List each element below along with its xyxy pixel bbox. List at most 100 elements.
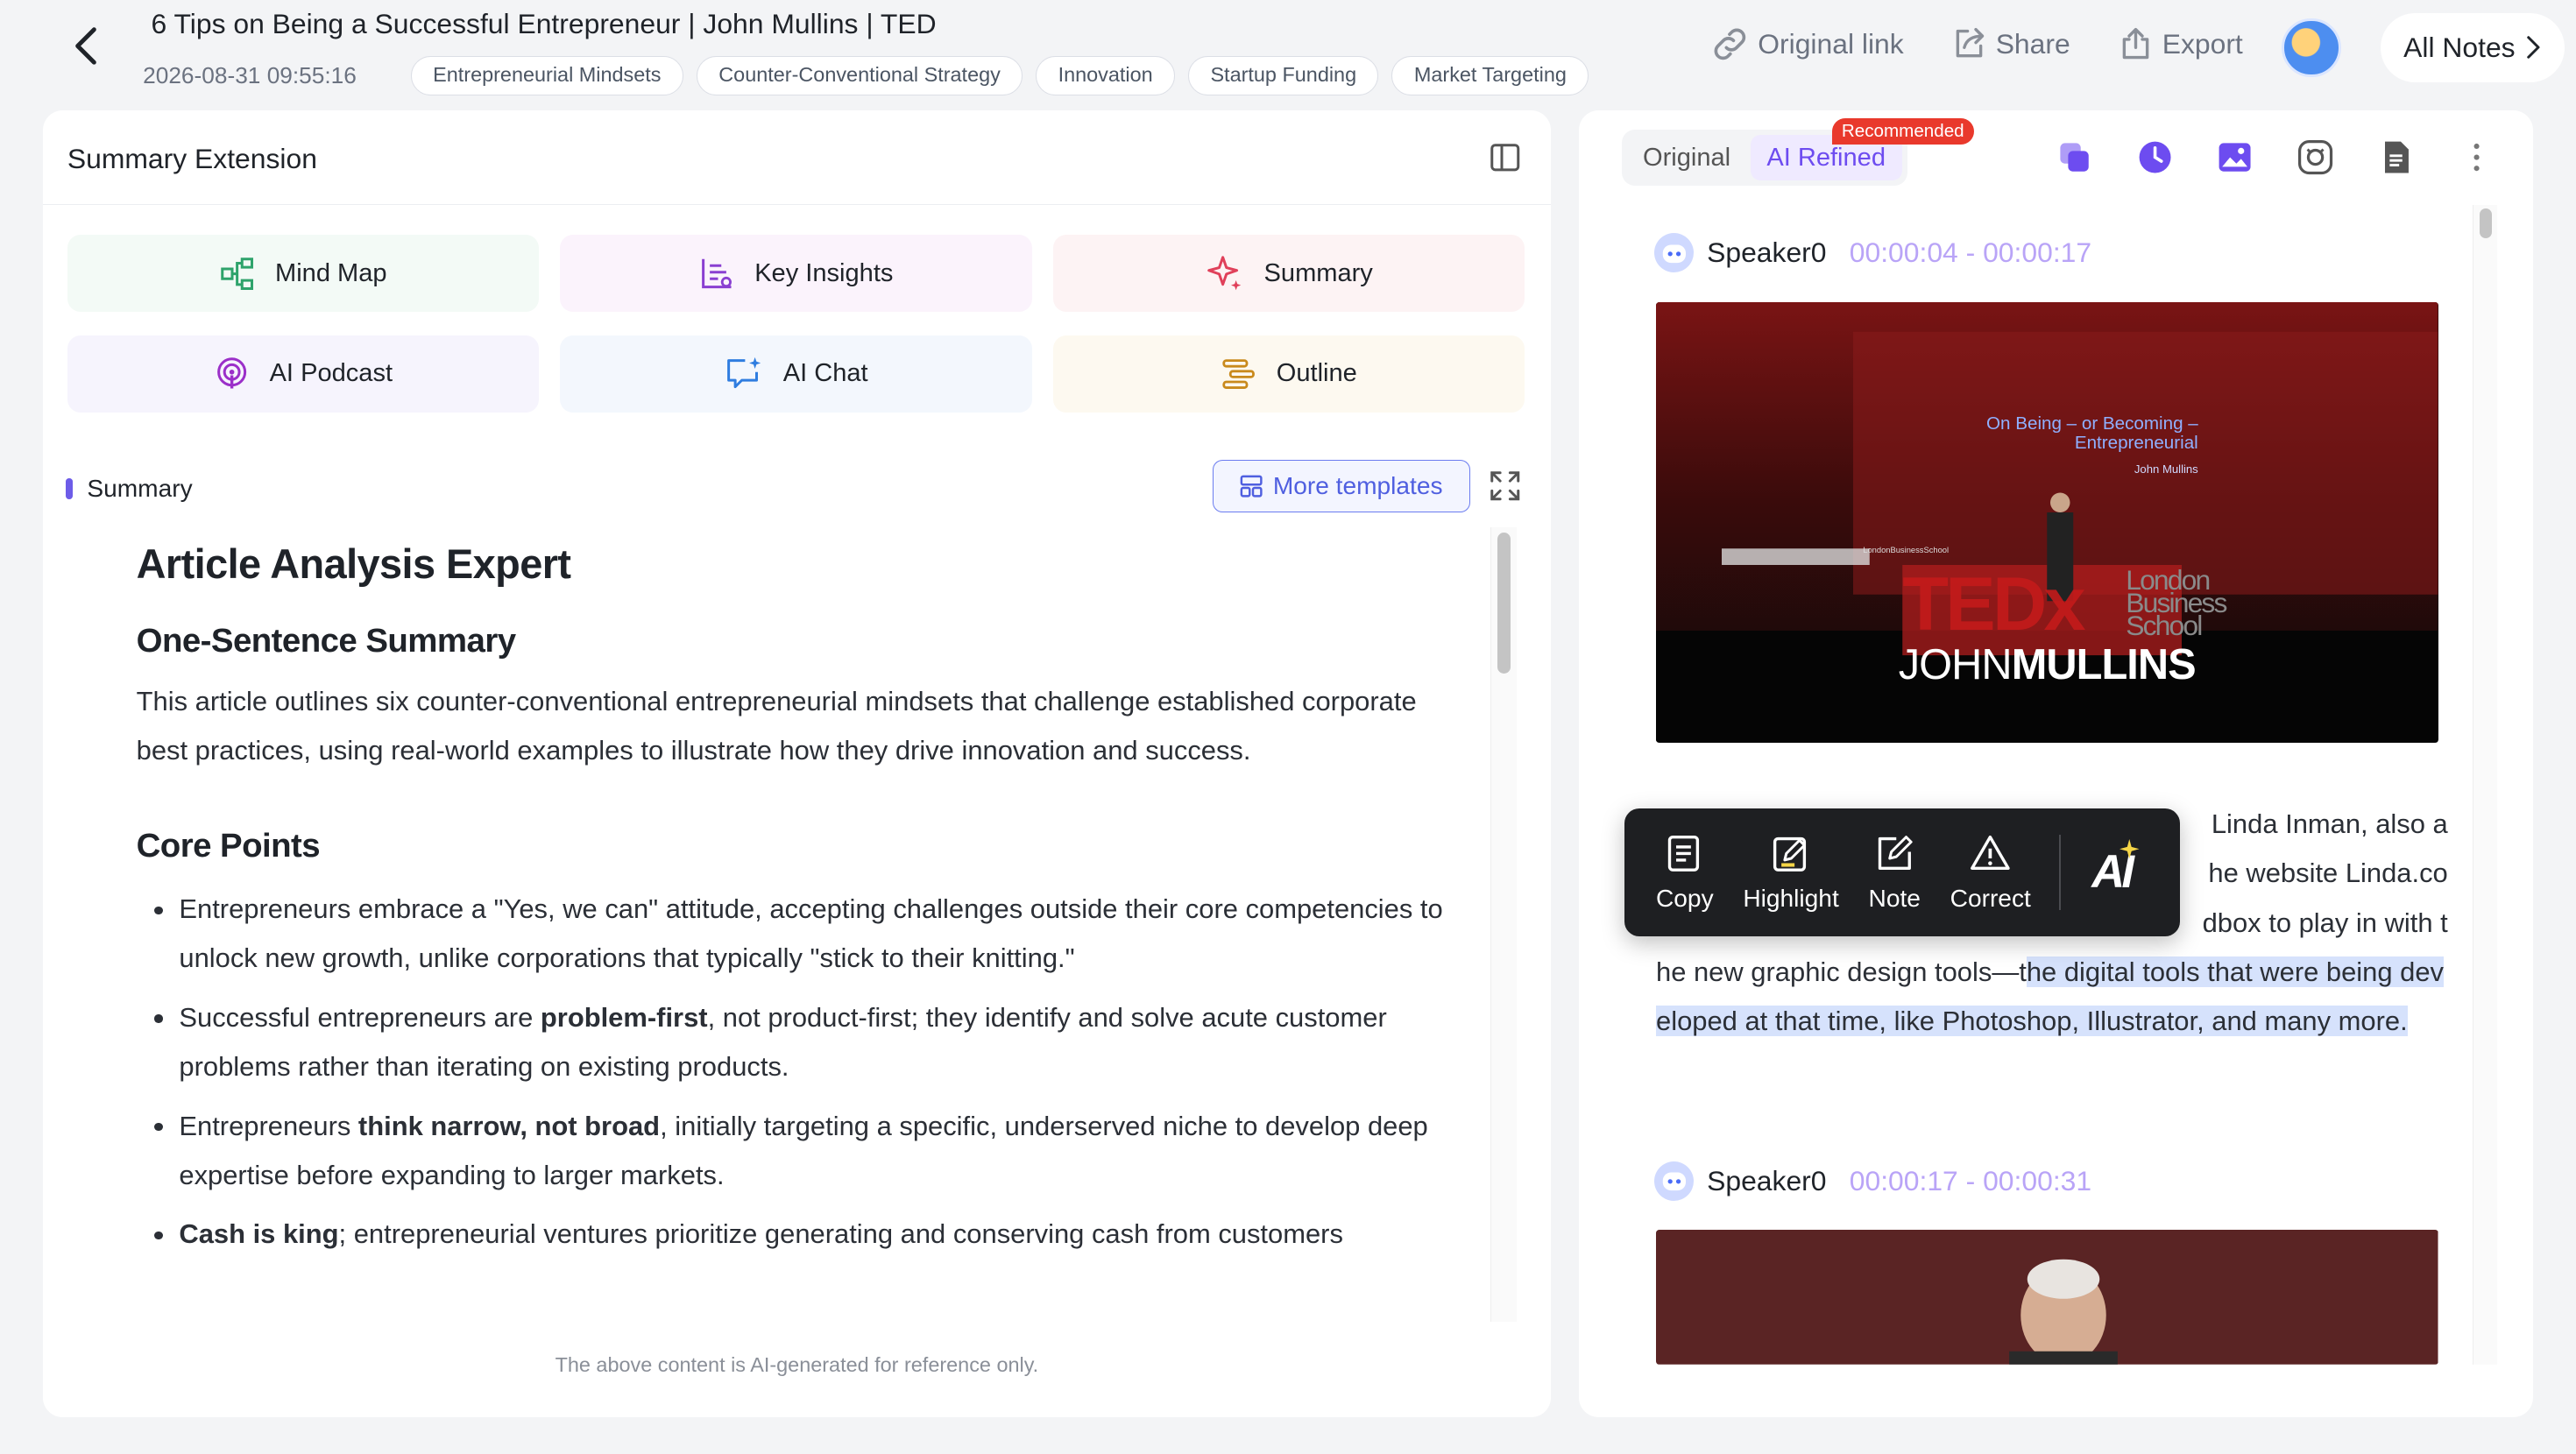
template-mind-map[interactable]: Mind Map	[67, 235, 539, 313]
ai-disclaimer: The above content is AI-generated for re…	[555, 1353, 1039, 1376]
template-label: Summary	[1263, 258, 1373, 287]
all-notes-button[interactable]: All Notes	[2380, 13, 2565, 82]
transcript-list: Speaker0 00:00:04 - 00:00:17 On Being – …	[1579, 205, 2533, 1366]
scrollbar-thumb[interactable]	[2480, 208, 2492, 238]
scrollbar-thumb[interactable]	[1497, 532, 1511, 674]
note-icon	[1878, 835, 1913, 870]
image-icon	[2219, 142, 2251, 172]
speaker-closeup-image	[1656, 1230, 2438, 1366]
template-label: Mind Map	[275, 258, 387, 287]
template-key-insights[interactable]: Key Insights	[560, 235, 1032, 313]
speaker-name: Speaker0	[1707, 1164, 1827, 1196]
transcript-paragraph: he new graphic design tools—the digital …	[1656, 956, 2445, 1037]
document-button[interactable]	[2377, 138, 2415, 176]
warning-icon	[1971, 835, 2011, 870]
more-icon	[2473, 143, 2480, 171]
ai-chat-icon	[727, 356, 761, 389]
tab-original[interactable]: Original	[1626, 135, 1747, 181]
template-outline[interactable]: Outline	[1052, 335, 1525, 413]
segment-time[interactable]: 00:00:04 - 00:00:17	[1850, 236, 2091, 269]
mind-map-icon	[221, 257, 254, 290]
template-ai-chat[interactable]: AI Chat	[560, 335, 1032, 413]
link-icon	[1714, 28, 1746, 60]
summary-paragraph: This article outlines six counter-conven…	[136, 686, 1417, 766]
summary-scrollbar[interactable]	[1490, 526, 1517, 1323]
highlight-label: Highlight	[1743, 884, 1839, 912]
export-button[interactable]: Export	[2116, 25, 2243, 64]
tag[interactable]: Startup Funding	[1188, 55, 1379, 95]
screenshot-button[interactable]	[2296, 138, 2334, 176]
note-label: Note	[1868, 884, 1921, 912]
speaker-lower-third: JOHNMULLINS	[1898, 641, 2197, 689]
header-actions: Original link Share Export	[1709, 23, 2243, 66]
school-caption: LondonBusinessSchool	[1863, 545, 1950, 554]
section-marker	[66, 477, 73, 500]
speaker-avatar	[1654, 1161, 1695, 1201]
list-item: Entrepreneurs think narrow, not broad, i…	[137, 1102, 1451, 1201]
export-icon	[2122, 28, 2149, 60]
template-label: AI Chat	[782, 359, 868, 388]
ted-logo: TEDx	[1902, 562, 2085, 647]
sidebar-toggle-button[interactable]	[1489, 141, 1522, 174]
list-item: Cash is king; entrepreneurial ventures p…	[137, 1210, 1451, 1259]
selection-toolbar: Copy Highlight Note Correct AI	[1624, 808, 2181, 936]
export-label: Export	[2162, 28, 2243, 60]
copy-stack-button[interactable]	[2056, 138, 2093, 176]
tag-list: Entrepreneurial Mindsets Counter-Convent…	[410, 55, 1660, 95]
copy-button[interactable]: Copy	[1641, 832, 1728, 913]
template-summary[interactable]: Summary	[1052, 235, 1525, 313]
back-button[interactable]	[62, 23, 109, 69]
key-insights-icon	[702, 258, 732, 288]
fullscreen-button[interactable]	[1489, 469, 1522, 503]
share-button[interactable]: Share	[1950, 25, 2070, 64]
video-thumbnail[interactable]: On Being – or Becoming – Entrepreneurial…	[1656, 302, 2438, 743]
sidebar-toggle-icon	[1490, 144, 1519, 172]
clock-icon	[2139, 141, 2171, 173]
template-ai-podcast[interactable]: AI Podcast	[67, 335, 539, 413]
note-button[interactable]: Note	[1854, 832, 1936, 913]
speaker-name: Speaker0	[1707, 236, 1827, 269]
page-title: 6 Tips on Being a Successful Entrepreneu…	[151, 8, 937, 40]
slide-title: On Being – or Becoming – Entrepreneurial…	[1986, 413, 2198, 476]
image-button[interactable]	[2216, 138, 2254, 176]
transcript-panel: Original AI Refined Recommended Speaker0…	[1578, 109, 2534, 1418]
highlight-button[interactable]: Highlight	[1729, 832, 1854, 913]
content-heading: Article Analysis Expert	[136, 540, 571, 587]
speaker-avatar	[1654, 233, 1695, 273]
list-item: Entrepreneurs embrace a "Yes, we can" at…	[137, 885, 1451, 984]
clock-button[interactable]	[2136, 138, 2174, 176]
user-avatar[interactable]	[2282, 18, 2341, 78]
expand-icon	[1490, 471, 1519, 501]
tag[interactable]: Innovation	[1036, 55, 1176, 95]
tag[interactable]: Entrepreneurial Mindsets	[410, 55, 683, 95]
grid-icon	[1240, 475, 1263, 498]
copy-icon	[1668, 835, 1700, 872]
summary-panel-title: Summary Extension	[67, 143, 317, 175]
transcript-toolbar	[2056, 138, 2496, 176]
video-thumbnail[interactable]	[1656, 1230, 2438, 1366]
chevron-left-icon	[74, 27, 96, 65]
toolbar-divider	[2058, 834, 2061, 910]
original-link-button[interactable]: Original link	[1709, 23, 1904, 66]
template-label: Key Insights	[754, 258, 894, 287]
copy-label: Copy	[1656, 884, 1714, 912]
speaker-header: Speaker0 00:00:04 - 00:00:17	[1654, 233, 2091, 273]
recommended-badge: Recommended	[1831, 118, 1974, 145]
share-label: Share	[1995, 28, 2070, 60]
robot-face-icon	[1662, 244, 1686, 263]
correct-button[interactable]: Correct	[1936, 832, 2046, 913]
outline-icon	[1222, 359, 1255, 389]
core-points-heading: Core Points	[136, 826, 321, 865]
transcript-scrollbar[interactable]	[2472, 205, 2497, 1366]
speaker-header: Speaker0 00:00:17 - 00:00:31	[1654, 1161, 2091, 1201]
template-grid: Mind Map Key Insights Summary AI Podcast…	[67, 235, 1526, 413]
ai-button[interactable]: AI	[2077, 838, 2146, 899]
template-label: AI Podcast	[269, 359, 393, 388]
segment-time[interactable]: 00:00:17 - 00:00:31	[1850, 1165, 2091, 1197]
template-label: Outline	[1276, 359, 1357, 388]
all-notes-label: All Notes	[2403, 31, 2516, 63]
more-templates-button[interactable]: More templates	[1212, 460, 1471, 512]
more-button[interactable]	[2458, 138, 2495, 176]
tag[interactable]: Market Targeting	[1391, 55, 1589, 95]
tag[interactable]: Counter-Conventional Strategy	[696, 55, 1023, 95]
